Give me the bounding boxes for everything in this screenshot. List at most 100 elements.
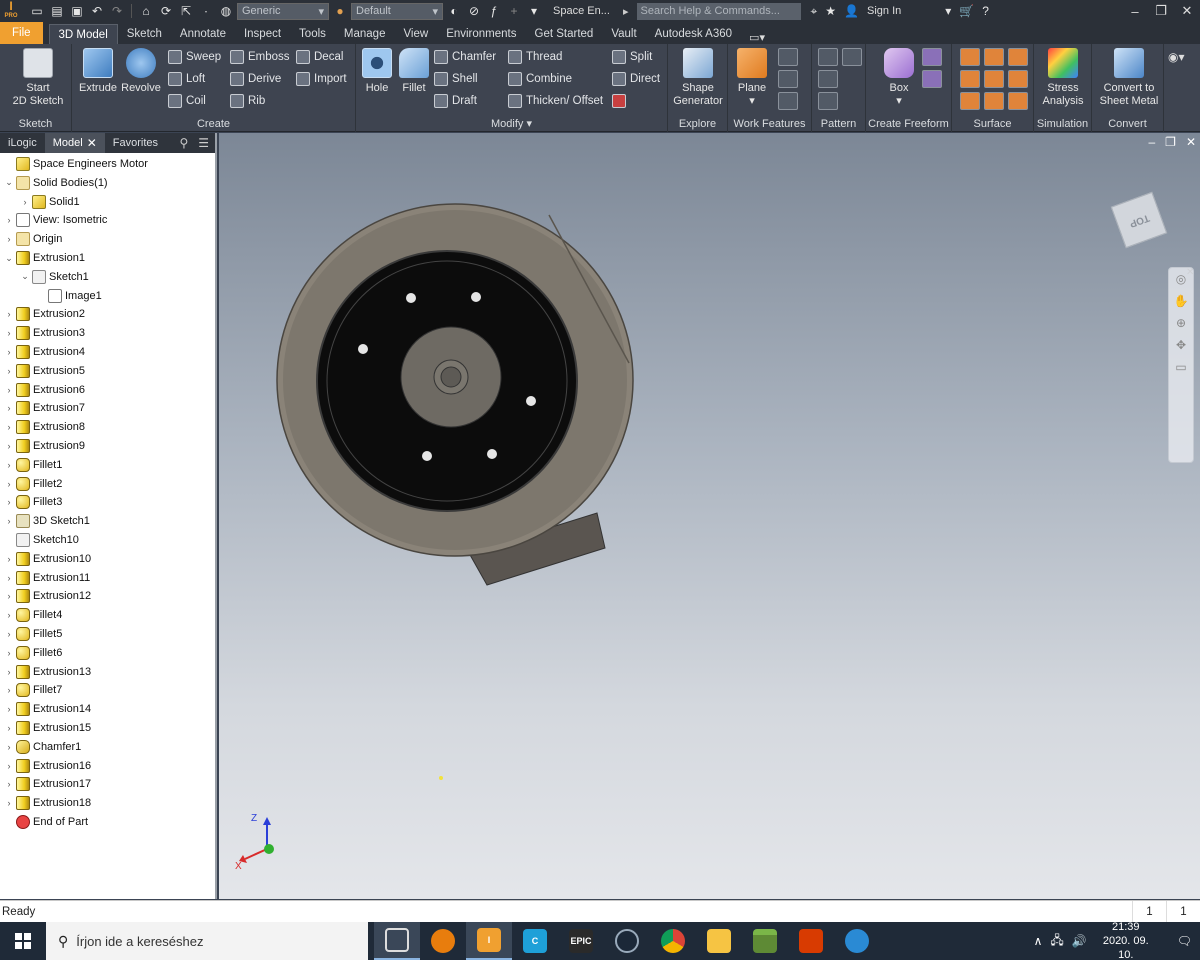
- clear-appearance-icon[interactable]: ⊘: [465, 3, 483, 19]
- split-button[interactable]: Split: [612, 50, 652, 64]
- rectangular-pattern-icon[interactable]: [818, 48, 838, 66]
- chevron-right-icon[interactable]: ›: [4, 761, 14, 771]
- appearance-sphere-icon[interactable]: ●: [331, 3, 349, 19]
- select-icon[interactable]: ⇱: [177, 3, 195, 19]
- chevron-right-icon[interactable]: ›: [4, 328, 14, 338]
- loft-button[interactable]: Loft: [168, 72, 205, 86]
- surface-trim-icon[interactable]: [960, 70, 980, 88]
- tree-node[interactable]: › Extrusion5: [4, 362, 85, 380]
- taskbar-app-task-view[interactable]: [374, 922, 420, 960]
- undo-icon[interactable]: ↶: [88, 3, 106, 19]
- orbit-icon[interactable]: ✥: [1176, 338, 1186, 352]
- mirror-icon[interactable]: [842, 48, 862, 66]
- close-icon[interactable]: ✕: [1174, 3, 1200, 19]
- tree-node[interactable]: › Extrusion7: [4, 399, 85, 417]
- tab-vault[interactable]: Vault: [602, 24, 645, 44]
- update-icon[interactable]: ⟳: [157, 3, 175, 19]
- chevron-right-icon[interactable]: ›: [4, 648, 14, 658]
- chevron-right-icon[interactable]: ›: [4, 704, 14, 714]
- fx-icon[interactable]: ƒ: [485, 3, 503, 19]
- chevron-right-icon[interactable]: ›: [4, 610, 14, 620]
- restore-icon[interactable]: ❐: [1148, 3, 1174, 19]
- tree-node[interactable]: › View: Isometric: [4, 211, 107, 229]
- tree-node[interactable]: › Extrusion2: [4, 305, 85, 323]
- chevron-right-icon[interactable]: ›: [4, 742, 14, 752]
- surface-extend-icon[interactable]: [1008, 70, 1028, 88]
- chevron-right-icon[interactable]: ›: [4, 779, 14, 789]
- chevron-right-icon[interactable]: ›: [4, 667, 14, 677]
- user-icon[interactable]: 👤: [844, 4, 859, 18]
- taskbar-app-c[interactable]: C: [512, 922, 558, 960]
- start-button[interactable]: [0, 922, 46, 960]
- ribbon-options-icon[interactable]: ◉▾: [1168, 50, 1185, 64]
- tree-node[interactable]: › Fillet2: [4, 475, 62, 493]
- new-icon[interactable]: ▭: [28, 3, 46, 19]
- thread-button[interactable]: Thread: [508, 50, 562, 64]
- tree-node[interactable]: ⌄ Extrusion1: [4, 249, 85, 267]
- tree-node[interactable]: › Fillet3: [4, 493, 62, 511]
- chevron-down-icon[interactable]: ⌄: [4, 177, 14, 188]
- inventor-logo-icon[interactable]: I PRO: [0, 0, 22, 22]
- combine-button[interactable]: Combine: [508, 72, 572, 86]
- zoom-icon[interactable]: ⊕: [1176, 316, 1186, 330]
- chevron-right-icon[interactable]: ›: [4, 516, 14, 526]
- stress-analysis-button[interactable]: Stress Analysis: [1036, 48, 1090, 108]
- point-icon[interactable]: [778, 70, 798, 88]
- tab-favorites[interactable]: Favorites: [105, 133, 166, 153]
- extrude-button[interactable]: Extrude: [78, 48, 118, 95]
- chamfer-button[interactable]: Chamfer: [434, 50, 496, 64]
- tab-tools[interactable]: Tools: [290, 24, 335, 44]
- tree-node[interactable]: ⌄ Solid Bodies(1): [4, 174, 108, 192]
- tab-model[interactable]: Model ✕: [44, 133, 105, 153]
- chevron-right-icon[interactable]: ›: [4, 460, 14, 470]
- freeform-convert-icon[interactable]: [922, 70, 942, 88]
- network-icon[interactable]: 🖧: [1050, 931, 1063, 952]
- sweep-button[interactable]: Sweep: [168, 50, 221, 64]
- emboss-button[interactable]: Emboss: [230, 50, 290, 64]
- start-sketch-button[interactable]: Start 2D Sketch: [8, 48, 68, 108]
- tree-node[interactable]: › Chamfer1: [4, 738, 81, 756]
- surface-stitch-icon[interactable]: [960, 48, 980, 66]
- shell-button[interactable]: Shell: [434, 72, 478, 86]
- taskbar-app-steam[interactable]: [604, 922, 650, 960]
- chevron-right-icon[interactable]: ›: [4, 347, 14, 357]
- redo-icon[interactable]: ↷: [108, 3, 126, 19]
- appearance-select[interactable]: Default ▾: [351, 2, 443, 20]
- freeform-face-icon[interactable]: [922, 48, 942, 66]
- taskbar-app-chrome[interactable]: [650, 922, 696, 960]
- import-button[interactable]: Import: [296, 72, 347, 86]
- draft-button[interactable]: Draft: [434, 94, 477, 108]
- search-icon[interactable]: ⚲: [179, 136, 188, 150]
- tree-node[interactable]: › Extrusion18: [4, 794, 91, 812]
- delete-face-button[interactable]: [612, 94, 626, 108]
- globe-icon[interactable]: ◍: [217, 3, 235, 19]
- taskbar-app-explorer[interactable]: [696, 922, 742, 960]
- tree-node[interactable]: › Extrusion6: [4, 381, 85, 399]
- chevron-down-icon[interactable]: ⌄: [4, 253, 14, 264]
- open-icon[interactable]: ▤: [48, 3, 66, 19]
- tab-manage[interactable]: Manage: [335, 24, 395, 44]
- taskbar-search-input[interactable]: ⚲ Írjon ide a kereséshez: [46, 922, 368, 960]
- chevron-right-icon[interactable]: ›: [4, 685, 14, 695]
- taskbar-app-office[interactable]: [788, 922, 834, 960]
- help-search-input[interactable]: Search Help & Commands...: [636, 2, 801, 20]
- revolve-button[interactable]: Revolve: [120, 48, 162, 95]
- tree-node[interactable]: › Solid1: [20, 193, 80, 211]
- chevron-right-icon[interactable]: ›: [4, 215, 14, 225]
- tree-node[interactable]: › Extrusion13: [4, 663, 91, 681]
- modify-panel-label[interactable]: Modify ▾: [356, 117, 667, 130]
- convert-sheet-metal-button[interactable]: Convert to Sheet Metal: [1096, 48, 1162, 108]
- surface-sculpt-icon[interactable]: [1008, 48, 1028, 66]
- chevron-right-icon[interactable]: ›: [4, 497, 14, 507]
- rib-button[interactable]: Rib: [230, 94, 265, 108]
- clock[interactable]: 21:39 2020. 09. 10.: [1095, 920, 1157, 960]
- chevron-right-icon[interactable]: ›: [4, 441, 14, 451]
- notification-icon[interactable]: 🗨: [1177, 934, 1192, 948]
- circular-pattern-icon[interactable]: [818, 70, 838, 88]
- tree-node[interactable]: › Extrusion9: [4, 437, 85, 455]
- tab-sketch[interactable]: Sketch: [118, 24, 171, 44]
- chevron-right-icon[interactable]: ›: [4, 554, 14, 564]
- hole-button[interactable]: Hole: [360, 48, 394, 95]
- tree-node[interactable]: › Extrusion3: [4, 324, 85, 342]
- chevron-right-icon[interactable]: ›: [4, 234, 14, 244]
